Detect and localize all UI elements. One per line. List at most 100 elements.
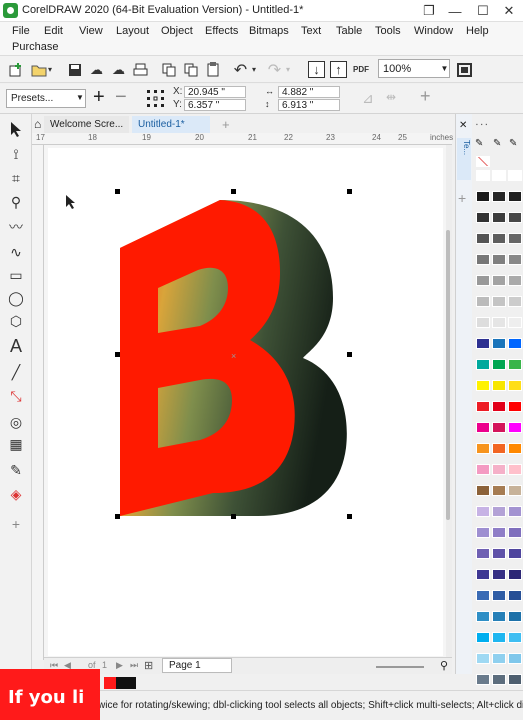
menu-edit[interactable]: Edit [44, 25, 63, 37]
undo-icon[interactable]: ↶ [232, 61, 249, 79]
color-swatch[interactable] [492, 548, 506, 559]
menu-purchase[interactable]: Purchase [12, 41, 58, 53]
eyedropper-icon[interactable]: ✎ [475, 138, 483, 149]
color-swatch[interactable] [476, 590, 490, 601]
publish-pdf-icon[interactable]: PDF [352, 61, 370, 78]
maximize-button[interactable]: ☐ [474, 2, 492, 20]
menu-window[interactable]: Window [414, 25, 453, 37]
y-position-field[interactable]: 6.357 " [184, 99, 246, 111]
menu-tools[interactable]: Tools [375, 25, 401, 37]
color-swatch[interactable] [492, 191, 506, 202]
color-swatch[interactable] [492, 527, 506, 538]
color-swatch[interactable] [492, 212, 506, 223]
color-swatch[interactable] [476, 359, 490, 370]
close-button[interactable]: ✕ [500, 2, 518, 20]
add-docker-icon[interactable]: + [458, 190, 466, 206]
color-swatch[interactable] [492, 590, 506, 601]
color-swatch[interactable] [508, 233, 522, 244]
pick-tool-icon[interactable] [5, 119, 27, 139]
color-swatch[interactable] [508, 569, 522, 580]
color-swatch[interactable] [476, 443, 490, 454]
presets-dropdown[interactable]: Presets... [6, 89, 86, 108]
color-swatch[interactable] [476, 653, 490, 664]
menu-bitmaps[interactable]: Bitmaps [249, 25, 289, 37]
zoom-fit-icon[interactable]: ⚲ [440, 659, 448, 672]
color-swatch[interactable] [492, 443, 506, 454]
color-swatch[interactable] [476, 674, 490, 685]
color-swatch[interactable] [508, 674, 522, 685]
transparency-tool-icon[interactable]: ▦ [5, 434, 27, 454]
menu-file[interactable]: File [12, 25, 30, 37]
color-swatch[interactable] [508, 590, 522, 601]
vertical-scroll-thumb[interactable] [446, 230, 450, 520]
color-swatch[interactable] [476, 569, 490, 580]
menu-table[interactable]: Table [336, 25, 362, 37]
undo-dropdown-chevron-icon[interactable]: ▾ [250, 61, 258, 78]
color-swatch[interactable] [508, 338, 522, 349]
color-swatch[interactable] [508, 611, 522, 622]
color-swatch[interactable] [476, 191, 490, 202]
copy-icon[interactable] [182, 61, 199, 78]
add-preset-icon[interactable]: + [93, 87, 105, 107]
eyedropper-icon[interactable]: ✎ [509, 138, 517, 149]
color-swatch[interactable] [492, 380, 506, 391]
color-swatch[interactable] [508, 296, 522, 307]
color-swatch[interactable] [492, 653, 506, 664]
freehand-tool-icon[interactable]: 〰 [5, 217, 27, 237]
color-swatch[interactable] [508, 191, 522, 202]
no-color-swatch[interactable] [476, 156, 490, 167]
color-swatch[interactable] [476, 632, 490, 643]
cloud-upload-icon[interactable]: ☁ [110, 61, 127, 78]
add-tab-button[interactable]: + [216, 114, 236, 132]
color-swatch[interactable] [508, 401, 522, 412]
menu-text[interactable]: Text [301, 25, 321, 37]
print-icon[interactable] [132, 61, 149, 78]
cloud-download-icon[interactable]: ☁ [88, 61, 105, 78]
tab-welcome[interactable]: Welcome Scre... [44, 116, 130, 133]
height-field[interactable]: 6.913 " [278, 99, 340, 111]
mirror-icon[interactable]: ⇹ [386, 90, 396, 104]
color-swatch[interactable] [508, 359, 522, 370]
crop-tool-icon[interactable]: ⌗ [5, 168, 27, 188]
color-swatch[interactable] [492, 317, 506, 328]
home-icon[interactable]: ⌂ [34, 117, 41, 131]
color-swatch[interactable] [492, 485, 506, 496]
add-property-icon[interactable]: + [420, 86, 431, 107]
color-swatch[interactable] [476, 170, 490, 181]
open-folder-icon[interactable] [30, 61, 47, 78]
color-swatch[interactable] [508, 632, 522, 643]
eyedropper-icon[interactable]: ✎ [493, 138, 501, 149]
color-swatch[interactable] [476, 527, 490, 538]
lock-ratio-icon[interactable]: ⊿ [362, 90, 374, 107]
redo-dropdown-chevron-icon[interactable]: ▾ [284, 61, 292, 78]
text-tool-icon[interactable]: A [5, 336, 27, 356]
color-swatch[interactable] [492, 422, 506, 433]
paste-icon[interactable] [204, 61, 221, 78]
color-swatch[interactable] [476, 338, 490, 349]
drawing-page[interactable]: × [48, 148, 443, 656]
color-swatch[interactable] [508, 464, 522, 475]
color-swatch[interactable] [476, 233, 490, 244]
color-swatch[interactable] [508, 527, 522, 538]
remove-preset-icon[interactable]: − [115, 87, 127, 107]
menu-effects[interactable]: Effects [205, 25, 238, 37]
color-swatch[interactable] [492, 170, 506, 181]
restore-window-icon[interactable]: ❐ [420, 2, 438, 20]
color-swatch[interactable] [476, 548, 490, 559]
letter-b-front-face[interactable] [120, 200, 295, 516]
color-swatch[interactable] [508, 548, 522, 559]
shape-tool-icon[interactable]: ⟟ [5, 144, 27, 164]
color-swatch[interactable] [508, 254, 522, 265]
color-swatch[interactable] [492, 275, 506, 286]
color-swatch[interactable] [476, 212, 490, 223]
import-icon[interactable]: ↓ [308, 61, 325, 78]
zoom-dropdown-chevron-icon[interactable]: ▼ [439, 59, 450, 78]
color-swatch[interactable] [492, 254, 506, 265]
text-docker-tab[interactable]: Te... [457, 138, 471, 180]
docker-close-icon[interactable]: ✕ [459, 120, 467, 131]
zoom-tool-icon[interactable]: ⚲ [5, 192, 27, 212]
menu-view[interactable]: View [79, 25, 103, 37]
tab-untitled[interactable]: Untitled-1* [132, 116, 210, 133]
rectangle-tool-icon[interactable]: ▭ [5, 265, 27, 285]
menu-layout[interactable]: Layout [116, 25, 149, 37]
